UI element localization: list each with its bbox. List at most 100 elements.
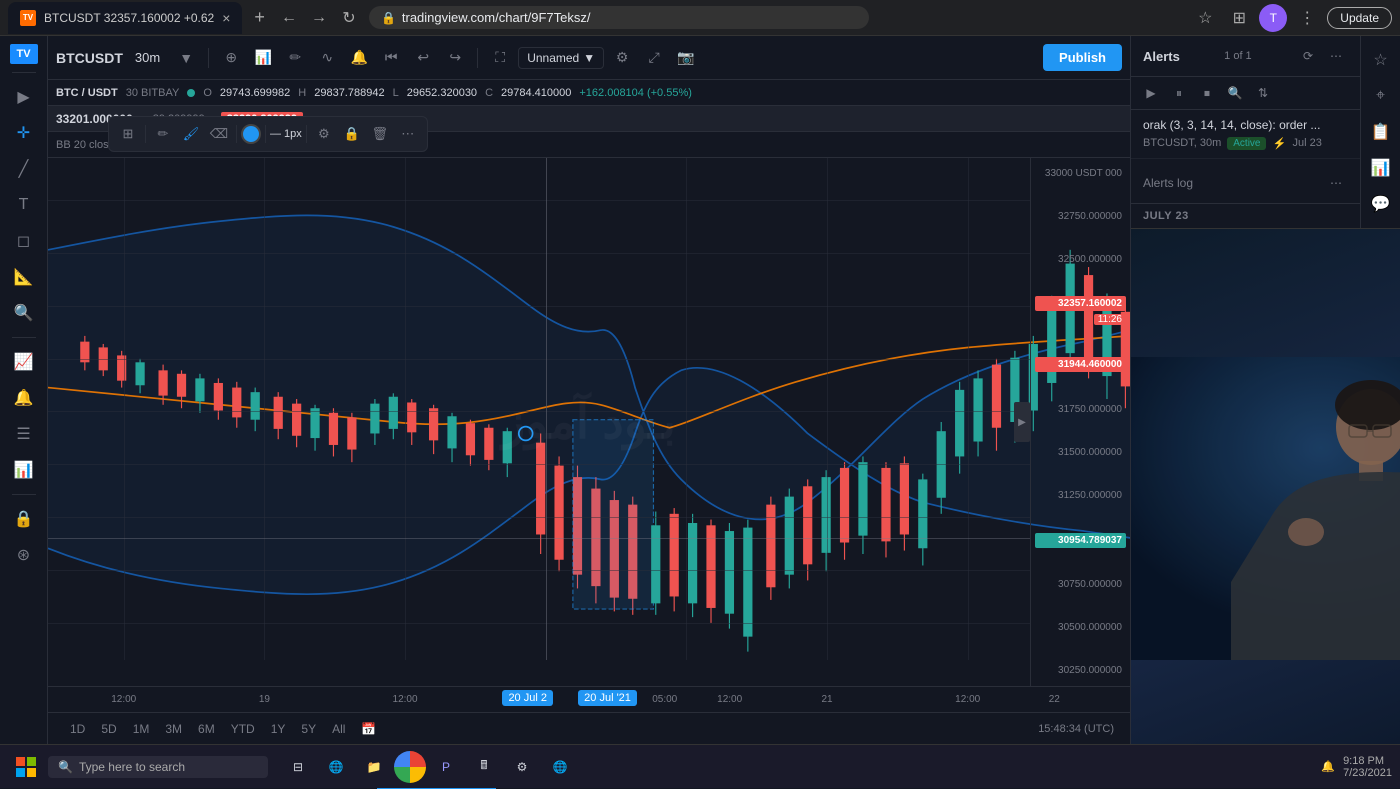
drawing-tools-button[interactable]: ✏ xyxy=(281,44,309,72)
sidebar-icon-shapes[interactable]: ◻ xyxy=(8,225,40,257)
symbol-name[interactable]: BTCUSDT xyxy=(56,50,123,66)
forward-button[interactable]: → xyxy=(307,6,331,30)
alert-entry-1[interactable]: orak (3, 3, 14, 14, close): order ... BT… xyxy=(1131,110,1360,159)
alert-stop[interactable]: ⏹ xyxy=(1195,81,1219,105)
chart-canvas[interactable]: بـود آموز xyxy=(48,158,1130,686)
profile-button[interactable]: T xyxy=(1259,4,1287,32)
date-tick-2: 19 xyxy=(259,694,270,705)
alerts-button[interactable]: 🔔 xyxy=(345,44,373,72)
price-tick-10: 30500.000000 xyxy=(1035,622,1126,633)
right-icon-3[interactable]: 📋 xyxy=(1365,116,1397,148)
right-icon-4[interactable]: 📊 xyxy=(1365,152,1397,184)
taskbar-notifications[interactable]: 🔔 xyxy=(1321,760,1335,773)
taskbar-app-taskview[interactable]: ⊟ xyxy=(280,749,316,785)
undo-button[interactable]: ↩ xyxy=(409,44,437,72)
redo-button[interactable]: ↪ xyxy=(441,44,469,72)
replay-button[interactable]: ⏮ xyxy=(377,44,405,72)
taskbar-app-settings[interactable]: ⚙ xyxy=(504,749,540,785)
sidebar-icon-crosshair[interactable]: ✛ xyxy=(8,117,40,149)
price-tick-2: 32500.000000 xyxy=(1035,254,1126,265)
sidebar-icon-zoom[interactable]: 🔍 xyxy=(8,297,40,329)
grid-v-1 xyxy=(124,158,125,660)
alerts-header: Alerts 1 of 1 ⟳ ⋯ xyxy=(1131,36,1360,77)
sidebar-icon-text[interactable]: T xyxy=(8,189,40,221)
draw-more[interactable]: ⋯ xyxy=(395,121,421,147)
alert-search[interactable]: 🔍 xyxy=(1223,81,1247,105)
expand-button[interactable]: ⤢ xyxy=(640,44,668,72)
time-all[interactable]: All xyxy=(326,720,351,738)
reload-button[interactable]: ↻ xyxy=(337,6,361,30)
time-5d[interactable]: 5D xyxy=(95,720,122,738)
sidebar-icon-lock[interactable]: 🔒 xyxy=(8,503,40,535)
pair-label: BTC / USDT xyxy=(56,87,118,99)
time-5y[interactable]: 5Y xyxy=(295,720,322,738)
settings-button[interactable]: ⋮ xyxy=(1293,4,1321,32)
alert-play[interactable]: ▶ xyxy=(1139,81,1163,105)
browser-tab[interactable]: TV BTCUSDT 32357.160002 +0.62 × xyxy=(8,2,242,34)
sidebar-icon-measure[interactable]: 📐 xyxy=(8,261,40,293)
taskbar-app-calculator[interactable]: 🖩 xyxy=(466,749,502,785)
fullscreen-button[interactable]: ⛶ xyxy=(486,44,514,72)
draw-lock[interactable]: 🔒 xyxy=(339,121,365,147)
price-tick-8: 30954.789037 xyxy=(1035,533,1126,548)
time-6m[interactable]: 6M xyxy=(192,720,221,738)
sidebar-icon-indicators[interactable]: 📈 xyxy=(8,346,40,378)
taskbar-search[interactable]: 🔍 Type here to search xyxy=(48,756,268,778)
draw-magnet[interactable]: ⊞ xyxy=(115,121,141,147)
taskbar-app-chrome[interactable] xyxy=(394,751,426,783)
right-icon-2[interactable]: ⌖ xyxy=(1365,80,1397,112)
time-1m[interactable]: 1M xyxy=(127,720,156,738)
alert-sort[interactable]: ⇅ xyxy=(1251,81,1275,105)
start-button[interactable] xyxy=(8,749,44,785)
draw-pencil[interactable]: ✏ xyxy=(150,121,176,147)
grid-v-5 xyxy=(686,158,687,660)
time-1y[interactable]: 1Y xyxy=(265,720,292,738)
bookmark-button[interactable]: ☆ xyxy=(1191,4,1219,32)
time-ytd[interactable]: YTD xyxy=(225,720,261,738)
layout-name[interactable]: Unnamed ▼ xyxy=(518,47,604,69)
indicators-button[interactable]: ∿ xyxy=(313,44,341,72)
taskbar-app-explorer[interactable]: 📁 xyxy=(356,749,392,785)
address-bar[interactable]: 🔒 tradingview.com/chart/9F7Teksz/ xyxy=(369,6,869,29)
back-button[interactable]: ← xyxy=(277,6,301,30)
alerts-more[interactable]: ⋯ xyxy=(1324,44,1348,68)
sidebar-icon-alerts[interactable]: 🔔 xyxy=(8,382,40,414)
price-tick-6: 31500.000000 xyxy=(1035,447,1126,458)
alerts-controls: ▶ ⏸ ⏹ 🔍 ⇅ xyxy=(1131,77,1360,110)
tab-favicon: TV xyxy=(20,10,36,26)
settings-toolbar-button[interactable]: ⚙ xyxy=(608,44,636,72)
chart-type-button[interactable]: 📊 xyxy=(249,44,277,72)
tab-close-button[interactable]: × xyxy=(222,10,230,26)
time-calendar[interactable]: 📅 xyxy=(355,720,382,738)
time-3m[interactable]: 3M xyxy=(159,720,188,738)
panel-collapse-button[interactable]: ▶ xyxy=(1014,402,1030,442)
sidebar-icon-watchlist[interactable]: ☰ xyxy=(8,418,40,450)
price-tick-5: 31750.000000 xyxy=(1035,404,1126,415)
timeframe-dropdown[interactable]: ▼ xyxy=(172,44,200,72)
alerts-log-more[interactable]: ⋯ xyxy=(1324,171,1348,195)
alerts-refresh[interactable]: ⟳ xyxy=(1296,44,1320,68)
snapshot-button[interactable]: 📷 xyxy=(672,44,700,72)
time-1d[interactable]: 1D xyxy=(64,720,91,738)
draw-color-primary[interactable] xyxy=(241,124,261,144)
draw-eraser[interactable]: ⌫ xyxy=(206,121,232,147)
timeframe-button[interactable]: 30m xyxy=(129,48,166,67)
sidebar-icon-data[interactable]: 📊 xyxy=(8,454,40,486)
right-icon-5[interactable]: 💬 xyxy=(1365,188,1397,220)
compare-button[interactable]: ⊕ xyxy=(217,44,245,72)
update-button[interactable]: Update xyxy=(1327,7,1392,29)
taskbar-app-premiere[interactable]: P xyxy=(428,749,464,785)
taskbar-app-edge[interactable]: 🌐 xyxy=(318,749,354,785)
taskbar-app-browser2[interactable]: 🌐 xyxy=(542,749,578,785)
sidebar-icon-cursor[interactable]: ▶ xyxy=(8,81,40,113)
sidebar-icon-draw[interactable]: ╱ xyxy=(8,153,40,185)
draw-settings[interactable]: ⚙ xyxy=(311,121,337,147)
right-icon-1[interactable]: ☆ xyxy=(1365,44,1397,76)
extensions-button[interactable]: ⊞ xyxy=(1225,4,1253,32)
new-tab-button[interactable]: + xyxy=(250,7,269,28)
publish-button[interactable]: Publish xyxy=(1043,44,1122,71)
alert-pause[interactable]: ⏸ xyxy=(1167,81,1191,105)
draw-brush[interactable]: 🖌 xyxy=(178,121,204,147)
draw-delete[interactable]: 🗑 xyxy=(367,121,393,147)
sidebar-icon-filter[interactable]: ⊛ xyxy=(8,539,40,571)
